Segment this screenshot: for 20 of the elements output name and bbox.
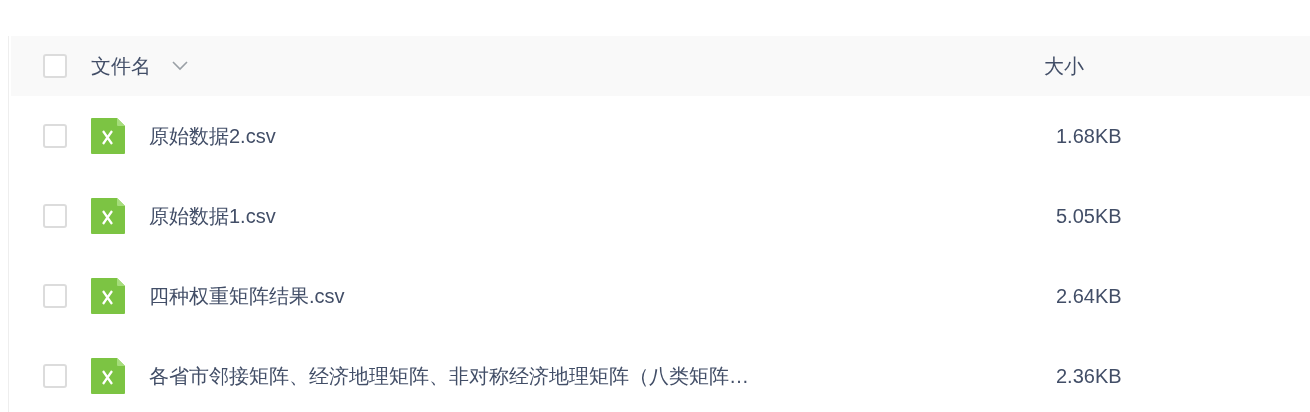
spreadsheet-file-icon <box>91 278 125 314</box>
checkbox[interactable] <box>43 364 67 388</box>
file-size: 1.68KB <box>1056 124 1122 149</box>
checkbox[interactable] <box>43 284 67 308</box>
file-size: 2.36KB <box>1056 364 1122 389</box>
column-header: 大小 <box>1044 54 1084 79</box>
file-size: 5.05KB <box>1056 204 1122 229</box>
file-name[interactable]: 四种权重矩阵结果.csv <box>149 281 345 311</box>
file-name[interactable]: 各省市邻接矩阵、经济地理矩阵、非对称经济地理矩阵（八类矩阵… <box>149 361 749 391</box>
file-name[interactable]: 原始数据2.csv <box>149 121 276 151</box>
file-name[interactable]: 原始数据1.csv <box>149 201 276 231</box>
checkbox[interactable] <box>43 54 67 78</box>
checkbox[interactable] <box>43 124 67 148</box>
file-size: 2.64KB <box>1056 284 1122 309</box>
column-header[interactable]: 文件名 <box>91 51 151 81</box>
spreadsheet-file-icon <box>91 358 125 394</box>
spreadsheet-file-icon <box>91 198 125 234</box>
checkbox[interactable] <box>43 204 67 228</box>
spreadsheet-file-icon <box>91 118 125 154</box>
chevron-down-icon <box>171 61 189 71</box>
